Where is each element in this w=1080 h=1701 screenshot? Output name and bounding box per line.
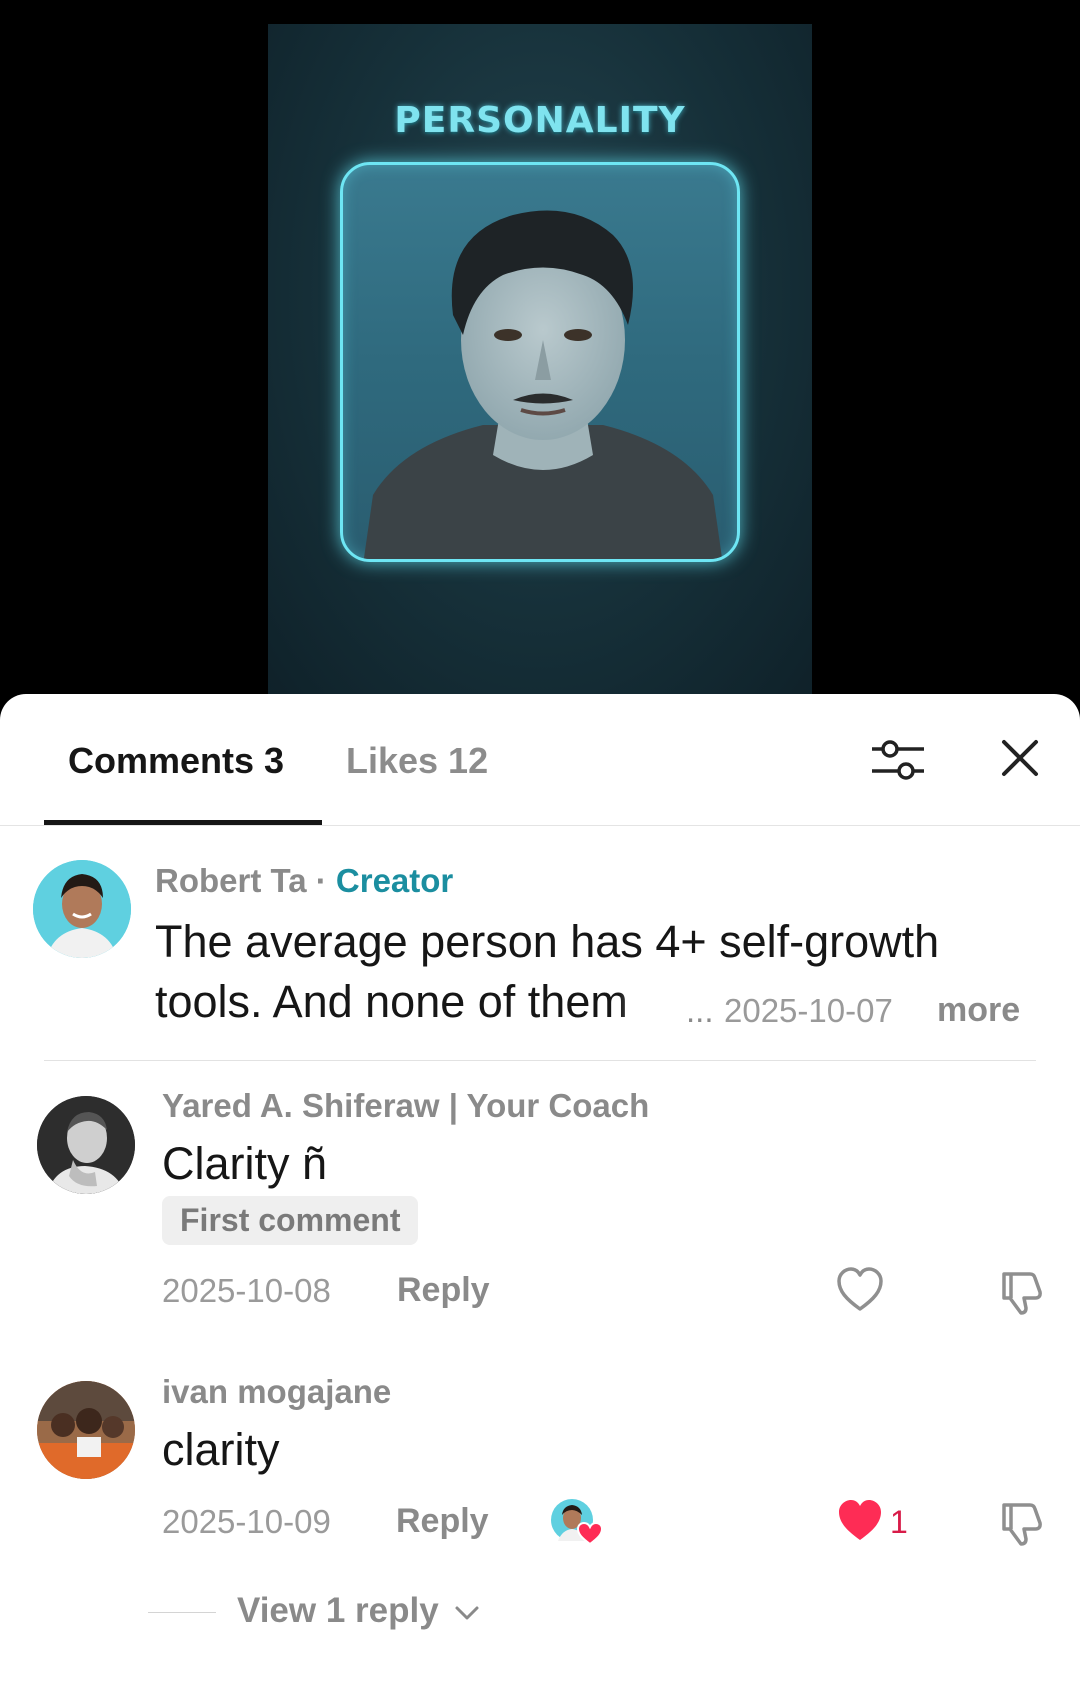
comment-author[interactable]: Yared A. Shiferaw | Your Coach (162, 1087, 649, 1125)
video-player[interactable]: PERSONALITY (0, 0, 1080, 700)
heart-outline-icon[interactable] (836, 1267, 884, 1318)
chevron-down-icon (455, 1606, 479, 1620)
comment-text: clarity (162, 1424, 280, 1475)
comment-date: 2025-10-09 (162, 1503, 331, 1540)
creator-tag: Creator (335, 862, 454, 899)
comment-ellipsis: ... (686, 992, 714, 1029)
heart-filled-icon[interactable] (836, 1498, 884, 1549)
reply-button[interactable]: Reply (397, 1271, 490, 1310)
text-fade (618, 978, 688, 1038)
like-count: 1 (890, 1504, 908, 1540)
video-title-text: PERSONALITY (394, 100, 686, 141)
author-name[interactable]: Robert Ta (155, 862, 307, 899)
creator-liked-badge-icon (550, 1498, 604, 1551)
comment-author[interactable]: Robert Ta · Creator (155, 862, 453, 900)
avatar[interactable] (37, 1381, 135, 1479)
active-tab-indicator (44, 820, 322, 825)
divider (44, 1060, 1036, 1061)
author-separator: · (306, 862, 336, 899)
view-replies-button[interactable]: View 1 reply (237, 1591, 480, 1631)
view-replies-label[interactable]: View 1 reply (237, 1591, 439, 1630)
tab-bar: Comments 3 Likes 12 (0, 694, 1080, 826)
comment-author[interactable]: ivan mogajane (162, 1373, 391, 1411)
thumbs-down-icon[interactable] (996, 1499, 1044, 1552)
comments-sheet: Comments 3 Likes 12 Robert Ta · Creator … (0, 694, 1080, 1701)
sliders-icon[interactable] (868, 732, 924, 793)
tab-likes[interactable]: Likes 12 (346, 740, 488, 782)
thumbs-down-icon[interactable] (996, 1268, 1044, 1321)
video-frame[interactable]: PERSONALITY (268, 24, 812, 700)
more-button[interactable]: more (937, 991, 1020, 1030)
comment-text-line-2: tools. And none of them (155, 976, 628, 1027)
comment-date: 2025-10-08 (162, 1272, 331, 1309)
avatar[interactable] (33, 860, 131, 958)
comment-text: Clarity ñ (162, 1138, 328, 1189)
portrait-image (363, 210, 723, 559)
first-comment-badge: First comment (162, 1196, 419, 1245)
tab-comments[interactable]: Comments 3 (68, 740, 284, 782)
close-icon[interactable] (1000, 738, 1040, 783)
replies-indent-line (148, 1612, 216, 1613)
portrait-card (340, 162, 740, 562)
comment-text-line-1: The average person has 4+ self-growth (155, 916, 940, 967)
reply-button[interactable]: Reply (396, 1502, 489, 1541)
avatar[interactable] (37, 1096, 135, 1194)
comment-date: 2025-10-07 (724, 992, 893, 1029)
